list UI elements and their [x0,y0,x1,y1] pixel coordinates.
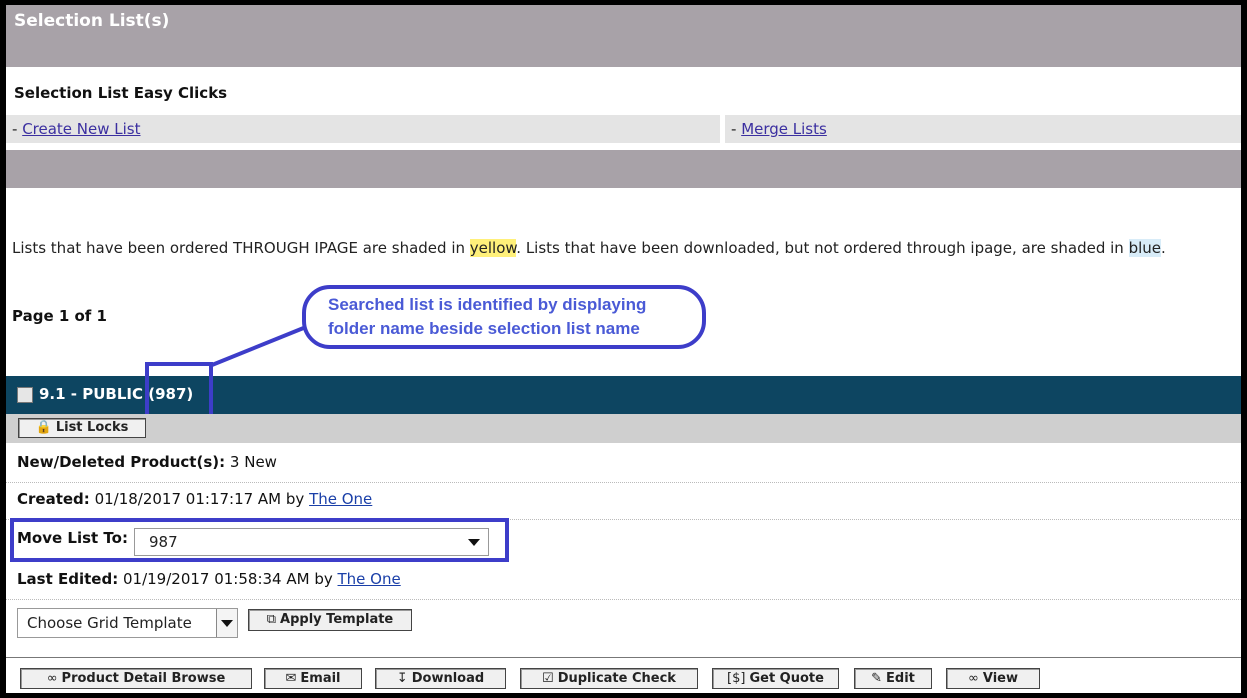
envelope-icon: ✉ [285,671,297,686]
edit-icon: ✎ [871,671,883,686]
last-edited-value: 01/19/2017 01:58:34 AM by [123,570,333,588]
duplicate-check-button[interactable]: ☑ Duplicate Check [520,668,698,689]
grid-template-value: Choose Grid Template [27,614,192,632]
selection-list-page: Selection List(s) Selection List Easy Cl… [6,5,1241,693]
list-toolbar: 🔒 List Locks [6,414,1241,443]
edit-label: Edit [886,671,915,686]
email-label: Email [300,671,341,686]
created-row: Created: 01/18/2017 01:17:17 AM by The O… [6,483,1241,520]
download-button[interactable]: ↧ Download [375,668,506,689]
grid-template-select[interactable]: Choose Grid Template [17,608,238,638]
dollar-icon: [$] [727,671,746,686]
created-value: 01/18/2017 01:17:17 AM by [94,490,305,508]
apply-template-button[interactable]: ⧉ Apply Template [248,609,412,631]
last-edited-label: Last Edited: [17,570,119,588]
template-row: Choose Grid Template ⧉ Apply Template [6,601,1241,645]
callout-line-2: folder name beside selection list name [328,319,640,338]
new-deleted-value: 3 New [229,453,277,471]
download-icon: ↧ [396,671,408,686]
apply-template-label: Apply Template [280,612,394,627]
created-by-link[interactable]: The One [309,490,372,508]
get-quote-label: Get Quote [749,671,824,686]
binoculars-icon: ∞ [968,671,979,686]
edited-by-link[interactable]: The One [338,570,401,588]
product-detail-browse-button[interactable]: ∞ Product Detail Browse [20,668,252,689]
folder-highlight-box [145,362,213,422]
list-locks-button[interactable]: 🔒 List Locks [18,418,146,438]
list-locks-label: List Locks [55,420,129,435]
product-detail-browse-label: Product Detail Browse [61,671,226,686]
list-select-checkbox[interactable] [17,387,33,403]
email-button[interactable]: ✉ Email [264,668,362,689]
duplicate-check-label: Duplicate Check [557,671,676,686]
lock-icon: 🔒 [35,420,52,435]
callout-line-1: Searched list is identified by displayin… [328,295,647,314]
view-button[interactable]: ∞ View [946,668,1040,689]
created-label: Created: [17,490,90,508]
new-deleted-label: New/Deleted Product(s): [17,453,226,471]
view-label: View [982,671,1018,686]
chevron-down-icon [221,620,233,627]
get-quote-button[interactable]: [$] Get Quote [712,668,839,689]
binoculars-icon: ∞ [46,671,58,686]
annotation-callout: Searched list is identified by displayin… [302,285,706,349]
new-doc-icon: ⧉ [266,612,277,627]
list-actions-bar: ∞ Product Detail Browse ✉ Email ↧ Download … [6,657,1241,693]
edit-button[interactable]: ✎ Edit [854,668,932,689]
list-name: 9.1 - PUBLIC [39,385,143,403]
download-label: Download [411,671,485,686]
move-list-highlight-box [10,518,509,562]
template-dropdown-toggle [216,609,237,637]
check-doc-icon: ☑ [542,671,554,686]
last-edited-row: Last Edited: 01/19/2017 01:58:34 AM by T… [6,563,1241,600]
new-deleted-row: New/Deleted Product(s): 3 New [6,446,1241,483]
